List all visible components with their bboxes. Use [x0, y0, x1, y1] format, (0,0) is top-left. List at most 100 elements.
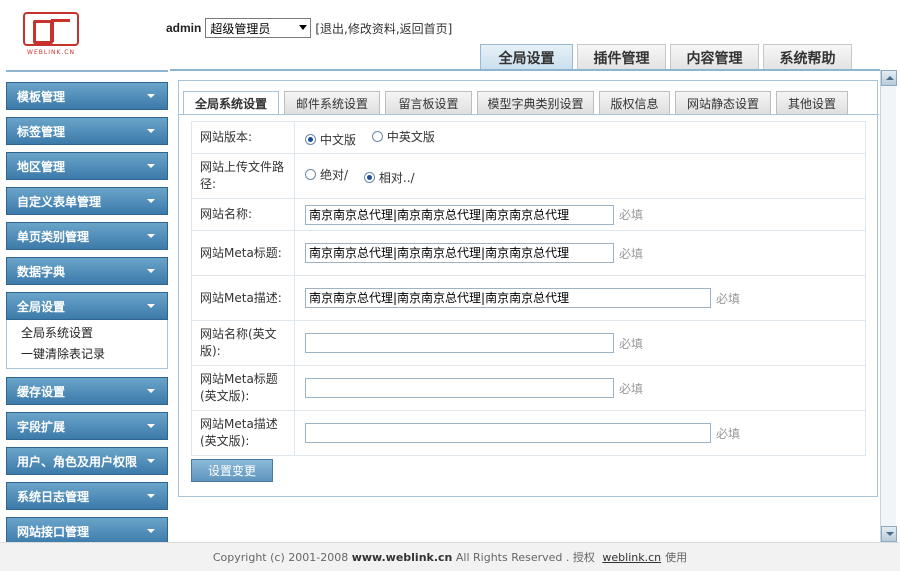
radio-label: 绝对/ — [320, 168, 349, 182]
sidebar-item-label: 缓存设置 — [17, 384, 66, 399]
footer-site: www.weblink.cn — [351, 550, 453, 564]
sidebar-item-label: 网站接口管理 — [17, 524, 90, 539]
tab-divider — [179, 114, 879, 115]
role-select-value: 超级管理员 — [210, 21, 271, 36]
tab-global-system-settings[interactable]: 全局系统设置 — [183, 91, 279, 115]
radio-version-cn[interactable]: 中文版 — [305, 131, 356, 148]
sidebar-item-label: 用户、角色及用户权限 — [17, 454, 138, 469]
radio-label: 中文版 — [320, 132, 357, 147]
scroll-down-icon[interactable] — [881, 526, 897, 542]
sidebar-top-divider — [6, 70, 168, 74]
sidebar-item-cache-settings[interactable]: 缓存设置 — [6, 377, 168, 405]
sidebar-item-data-dictionary[interactable]: 数据字典 — [6, 257, 168, 285]
chevron-down-icon — [147, 269, 155, 273]
site-name-en-input[interactable] — [305, 333, 614, 353]
required-hint: 必填 — [619, 208, 644, 222]
radio-label: 中英文版 — [386, 129, 435, 144]
radio-checked-icon — [363, 172, 375, 183]
tab-email-settings[interactable]: 邮件系统设置 — [284, 91, 380, 115]
sidebar-item-system-logs[interactable]: 系统日志管理 — [6, 482, 168, 510]
logo-text: WEBLINK.CN — [27, 49, 75, 56]
form-value: 必填 — [294, 320, 866, 366]
role-select[interactable]: 超级管理员 — [205, 18, 312, 38]
sidebar-item-site-api[interactable]: 网站接口管理 — [6, 517, 168, 545]
radio-unchecked-icon — [305, 169, 316, 180]
top-tab-content-management[interactable]: 内容管理 — [670, 44, 759, 70]
form-value: 绝对/ 相对../ — [294, 153, 866, 199]
required-hint: 必填 — [619, 336, 644, 351]
meta-title-en-input[interactable] — [305, 378, 614, 398]
form-value: 必填 — [294, 410, 866, 456]
sidebar-item-field-extensions[interactable]: 字段扩展 — [6, 412, 168, 440]
site-name-input[interactable]: 南京南京总代理|南京南京总代理|南京南京总代理 — [305, 204, 614, 225]
sidebar-item-label: 标签管理 — [17, 124, 66, 139]
form-label: 网站Meta标题: — [191, 230, 295, 276]
form-value: 南京南京总代理|南京南京总代理|南京南京总代理 必填 — [294, 230, 866, 276]
radio-version-cn-en[interactable]: 中英文版 — [371, 128, 435, 145]
radio-upload-absolute[interactable]: 绝对/ — [305, 166, 348, 183]
tab-static-site-settings[interactable]: 网站静态设置 — [675, 91, 771, 115]
required-hint: 必填 — [716, 426, 741, 441]
radio-upload-relative[interactable]: 相对../ — [363, 169, 415, 186]
logo: WEBLINK.CN — [20, 12, 82, 60]
sidebar-item-tags[interactable]: 标签管理 — [6, 117, 168, 145]
submenu-item-clear-records[interactable]: 一键清除表记录 — [21, 344, 167, 365]
user-bar: admin 超级管理员 [退出,修改资料,返回首页] — [166, 18, 452, 38]
top-tab-system-help[interactable]: 系统帮助 — [763, 44, 852, 70]
sidebar-item-custom-forms[interactable]: 自定义表单管理 — [6, 187, 168, 215]
footer: Copyright (c) 2001-2008 www.weblink.cn A… — [0, 542, 900, 571]
footer-link[interactable]: weblink.cn — [602, 551, 661, 564]
sidebar: 模板管理 标签管理 地区管理 自定义表单管理 单页类别管理 数据字典 全局设置 … — [6, 70, 168, 552]
sidebar-group-global-settings: 全局设置 全局系统设置 一键清除表记录 — [6, 292, 168, 369]
chevron-down-icon — [147, 164, 155, 168]
form-label: 网站Meta标题(英文版): — [191, 365, 295, 411]
form-value: 南京南京总代理|南京南京总代理|南京南京总代理 必填 — [294, 198, 866, 231]
form-value: 南京南京总代理|南京南京总代理|南京南京总代理 必填 — [294, 275, 866, 321]
scroll-up-icon[interactable] — [881, 70, 897, 86]
sidebar-item-label: 字段扩展 — [17, 419, 66, 434]
form-label: 网站上传文件路径: — [191, 153, 295, 199]
tab-other-settings[interactable]: 其他设置 — [776, 91, 848, 115]
sidebar-item-global-settings[interactable]: 全局设置 — [6, 292, 168, 320]
chevron-down-icon — [147, 129, 155, 133]
scrollbar[interactable] — [880, 70, 897, 542]
logo-mark — [23, 12, 79, 46]
submenu-item-global-system-settings[interactable]: 全局系统设置 — [21, 323, 167, 344]
tab-model-dictionary-settings[interactable]: 模型字典类别设置 — [477, 91, 594, 115]
footer-suffix: 使用 — [665, 551, 688, 564]
tab-guestbook-settings[interactable]: 留言板设置 — [385, 91, 472, 115]
required-hint: 必填 — [716, 291, 741, 306]
chevron-down-icon — [147, 94, 155, 98]
user-name: admin — [166, 21, 202, 35]
radio-unchecked-icon — [371, 130, 383, 142]
sidebar-item-templates[interactable]: 模板管理 — [6, 82, 168, 110]
chevron-down-icon — [147, 234, 155, 238]
header-links[interactable]: [退出,修改资料,返回首页] — [315, 20, 452, 37]
top-tabs: 全局设置 插件管理 内容管理 系统帮助 — [480, 44, 856, 70]
form-row-meta-title-en: 网站Meta标题(英文版): 必填 — [191, 365, 866, 411]
form-label: 网站Meta描述: — [191, 275, 295, 321]
meta-title-input[interactable]: 南京南京总代理|南京南京总代理|南京南京总代理 — [305, 243, 614, 263]
save-settings-button[interactable]: 设置变更 — [191, 459, 273, 482]
chevron-down-icon — [147, 529, 155, 533]
sidebar-item-users-roles[interactable]: 用户、角色及用户权限 — [6, 447, 168, 475]
sidebar-item-label: 数据字典 — [17, 264, 66, 279]
sidebar-item-regions[interactable]: 地区管理 — [6, 152, 168, 180]
sidebar-item-label: 地区管理 — [17, 159, 66, 174]
form-value: 必填 — [294, 365, 866, 411]
chevron-down-icon — [147, 304, 155, 308]
top-tab-plugin-management[interactable]: 插件管理 — [577, 44, 666, 70]
sidebar-item-label: 全局设置 — [17, 299, 66, 314]
meta-description-input[interactable]: 南京南京总代理|南京南京总代理|南京南京总代理 — [305, 288, 711, 308]
form-row-version: 网站版本: 中文版 中英文版 — [191, 121, 866, 154]
form-label: 网站版本: — [191, 121, 295, 154]
form-row-meta-description: 网站Meta描述: 南京南京总代理|南京南京总代理|南京南京总代理 必填 — [191, 275, 866, 321]
sidebar-item-page-categories[interactable]: 单页类别管理 — [6, 222, 168, 250]
chevron-down-icon — [299, 25, 308, 30]
form-label: 网站名称(英文版): — [191, 320, 295, 366]
top-tab-global-settings[interactable]: 全局设置 — [480, 44, 573, 70]
form-row-site-name: 网站名称: 南京南京总代理|南京南京总代理|南京南京总代理 必填 — [191, 198, 866, 231]
tab-copyright[interactable]: 版权信息 — [599, 91, 670, 115]
form-row-upload-path: 网站上传文件路径: 绝对/ 相对../ — [191, 153, 866, 199]
meta-description-en-input[interactable] — [305, 423, 711, 443]
